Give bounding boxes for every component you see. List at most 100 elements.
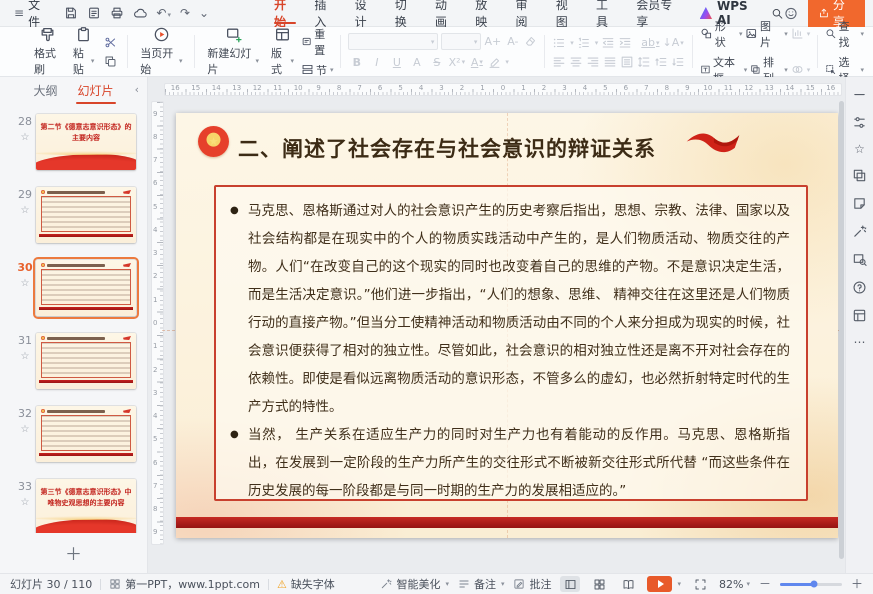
copy-icon[interactable] <box>104 55 117 68</box>
notes-button[interactable]: 备注▾ <box>458 576 505 592</box>
picture-button[interactable]: 图片▾ <box>745 18 787 50</box>
paste-button[interactable]: 粘贴▾ <box>68 25 100 78</box>
menu-tab-9[interactable]: 会员专享 <box>627 0 689 26</box>
menu-tab-5[interactable]: 放映 <box>466 0 506 26</box>
distribute-text-icon[interactable] <box>620 55 634 69</box>
slide-title[interactable]: 二、阐述了社会存在与社会意识的辩证关系 <box>238 133 656 163</box>
align-justify-icon[interactable] <box>603 55 617 69</box>
font-color-button[interactable]: A▾ <box>468 54 485 70</box>
merge-shapes-button[interactable]: ▾ <box>791 63 811 76</box>
font-size-select[interactable]: ▾ <box>441 33 481 50</box>
cloud-sync-icon[interactable] <box>133 6 147 20</box>
template-library-icon[interactable] <box>852 308 867 323</box>
comment-icon <box>513 578 525 590</box>
layout-button[interactable]: 版式▾ <box>266 25 299 78</box>
help-icon[interactable] <box>852 280 867 295</box>
tab-outline[interactable]: 大纲 <box>31 78 59 103</box>
textbox-icon <box>700 63 711 76</box>
slide-thumbnail-29[interactable]: 29☆ <box>0 187 147 243</box>
view-read-button[interactable] <box>618 576 638 592</box>
view-sorter-button[interactable] <box>589 576 609 592</box>
highlight-color-icon[interactable] <box>488 56 501 69</box>
char-spacing-button[interactable]: A <box>408 54 425 70</box>
reset-slide-button[interactable]: 重置 <box>301 26 334 58</box>
shapes-button[interactable]: 形状▾ <box>700 18 742 50</box>
menu-tab-2[interactable]: 设计 <box>346 0 386 26</box>
underline-button[interactable]: U <box>388 54 405 70</box>
decrease-font-button[interactable]: A- <box>504 34 521 50</box>
superscript-button[interactable]: X²▾ <box>448 54 465 70</box>
add-slide-button[interactable]: ＋ <box>0 540 147 565</box>
shapes-panel-icon[interactable] <box>852 168 867 183</box>
export-icon[interactable] <box>87 6 101 20</box>
cut-icon[interactable] <box>104 36 117 49</box>
format-painter-button[interactable]: 格式刷 <box>29 25 66 78</box>
increase-font-button[interactable]: A+ <box>484 34 501 50</box>
play-from-current-button[interactable]: 当页开始▾ <box>135 25 187 78</box>
align-right-icon[interactable] <box>586 55 600 69</box>
numbered-list-icon[interactable] <box>577 36 591 50</box>
collapse-panel-icon[interactable]: ‹ <box>135 83 139 96</box>
tab-slides[interactable]: 幻灯片 <box>76 78 116 103</box>
phonetic-guide-button[interactable]: ab▾ <box>641 35 659 51</box>
more-tools-icon[interactable]: ⋯ <box>854 336 866 348</box>
view-normal-button[interactable] <box>560 576 580 592</box>
resource-library-icon[interactable] <box>852 196 867 211</box>
menu-tab-1[interactable]: 插入 <box>305 0 345 26</box>
favorites-icon[interactable]: ☆ <box>854 143 865 155</box>
align-center-icon[interactable] <box>569 55 583 69</box>
image-library-icon[interactable] <box>852 252 867 267</box>
menu-tab-3[interactable]: 切换 <box>386 0 426 26</box>
bullet-list-icon[interactable] <box>552 36 566 50</box>
decrease-indent-icon[interactable] <box>601 36 615 50</box>
bold-button[interactable]: B <box>348 54 365 70</box>
menu-tab-4[interactable]: 动画 <box>426 0 466 26</box>
slide-thumbnail-28[interactable]: 28☆第二节《德意志意识形态》的主要内容 <box>0 114 147 170</box>
strikethrough-button[interactable]: S <box>428 54 445 70</box>
clear-format-icon[interactable] <box>524 35 537 48</box>
save-icon[interactable] <box>64 6 78 20</box>
section-button[interactable]: 节 ▾ <box>301 62 334 78</box>
text-direction-button[interactable]: ↓A▾ <box>663 35 684 51</box>
collapse-line-icon[interactable] <box>852 87 867 102</box>
print-icon[interactable] <box>110 6 124 20</box>
slide-thumbnail-30[interactable]: 30☆ <box>0 260 147 316</box>
slide-text-frame[interactable]: ● 马克思、恩格斯通过对人的社会意识产生的历史考察后指出，思想、宗教、法律、国家… <box>214 185 808 501</box>
ribbon-tabs: 开始插入设计切换动画放映审阅视图工具会员专享 <box>265 0 690 26</box>
italic-button[interactable]: I <box>368 54 385 70</box>
chart-button[interactable]: ▾ <box>791 27 811 40</box>
beautify-button[interactable]: 智能美化▾ <box>380 576 449 592</box>
menu-tab-6[interactable]: 审阅 <box>507 0 547 26</box>
increase-indent-icon[interactable] <box>618 36 632 50</box>
align-left-icon[interactable] <box>552 55 566 69</box>
zoom-in-button[interactable]: ＋ <box>851 578 863 590</box>
template-source[interactable]: 第一PPT，www.1ppt.com <box>109 576 260 592</box>
zoom-level[interactable]: 82%▾ <box>719 578 750 591</box>
slideshow-button[interactable]: ▾ <box>647 576 681 592</box>
toolbar-options-icon[interactable]: ⌄ <box>199 7 209 19</box>
missing-font-warning[interactable]: ⚠ 缺失字体 <box>277 576 335 592</box>
slide-thumbnail-31[interactable]: 31☆ <box>0 333 147 389</box>
play-circle-icon <box>153 26 170 43</box>
object-properties-icon[interactable] <box>852 115 867 130</box>
line-spacing-icon[interactable] <box>637 55 651 69</box>
smart-beautify-icon[interactable] <box>852 224 867 239</box>
comments-button[interactable]: 批注 <box>513 576 551 592</box>
vertical-scrollbar[interactable] <box>839 101 844 559</box>
fullscreen-button[interactable] <box>690 576 710 592</box>
menu-tab-0[interactable]: 开始 <box>265 0 305 26</box>
redo-icon[interactable]: ↷ <box>180 7 190 19</box>
menu-tab-8[interactable]: 工具 <box>587 0 627 26</box>
undo-icon[interactable]: ↶▾ <box>156 7 171 19</box>
font-family-select[interactable]: ▾ <box>348 33 438 50</box>
new-slide-button[interactable]: 新建幻灯片▾ <box>202 25 264 78</box>
paragraph-spacing-icon[interactable] <box>654 55 668 69</box>
zoom-out-button[interactable]: － <box>759 578 771 590</box>
find-button[interactable]: 查找▾ <box>825 18 864 50</box>
zoom-slider[interactable] <box>780 583 842 586</box>
slide-thumbnail-32[interactable]: 32☆ <box>0 406 147 462</box>
slide-canvas[interactable]: ★ 二、阐述了社会存在与社会意识的辩证关系 ● 马克思、恩格斯通过对人的社会意识… <box>176 113 838 538</box>
slide-thumbnail-33[interactable]: 33☆第三节《德意志意识形态》中唯物史观思想的主要内容 <box>0 479 147 533</box>
menu-tab-7[interactable]: 视图 <box>547 0 587 26</box>
paragraph-settings-icon[interactable] <box>671 55 685 69</box>
